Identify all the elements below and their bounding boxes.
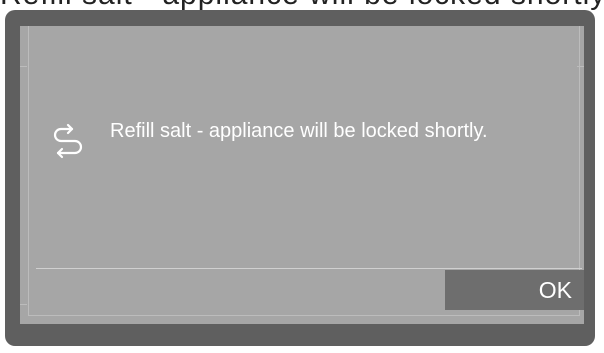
border-tick xyxy=(577,66,584,67)
divider xyxy=(36,268,582,269)
dialog-message: Refill salt - appliance will be locked s… xyxy=(110,120,488,142)
ok-button[interactable]: OK xyxy=(445,270,584,310)
refill-salt-icon xyxy=(52,121,84,165)
border-tick xyxy=(20,66,27,67)
appliance-display: Refill salt - appliance will be locked s… xyxy=(20,26,584,324)
border-tick xyxy=(20,304,27,305)
